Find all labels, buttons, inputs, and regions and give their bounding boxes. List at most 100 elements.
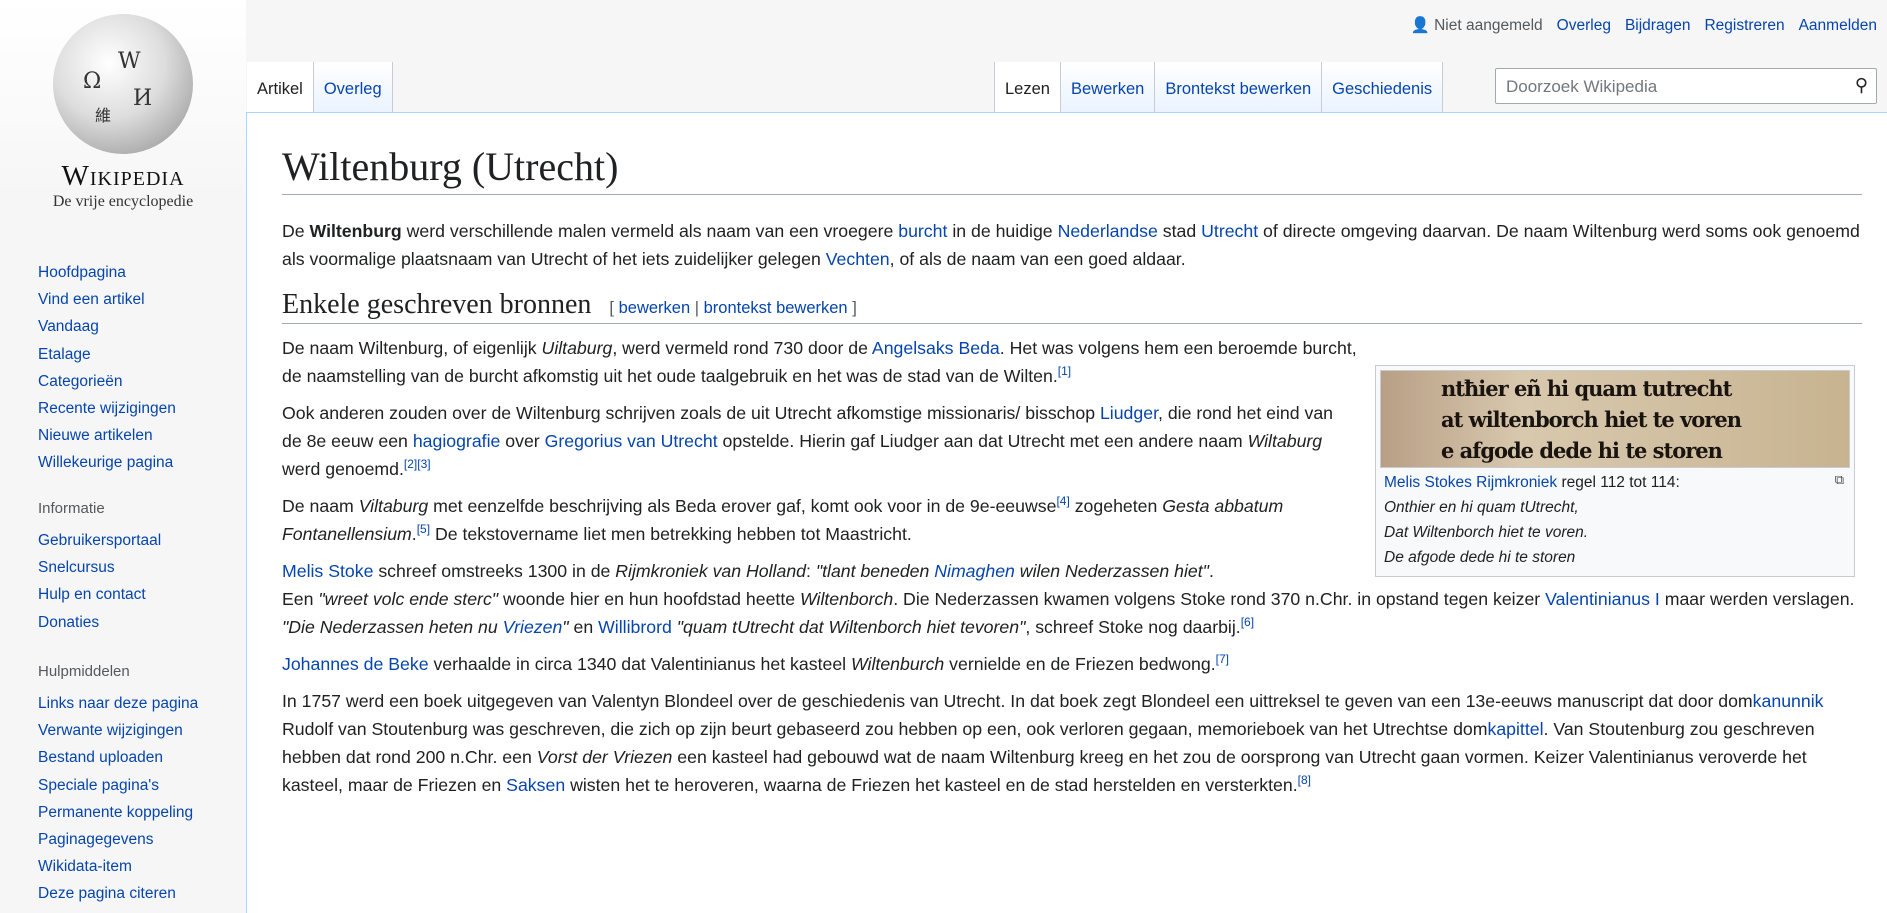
wiki-link[interactable]: Angelsaks Beda — [872, 338, 1000, 358]
sidebar-link[interactable]: Vind een artikel — [38, 291, 145, 308]
sidebar-link[interactable]: Nieuwe artikelen — [38, 427, 153, 444]
sidebar-item: Willekeurige pagina — [38, 449, 176, 476]
edit-section-link[interactable]: bewerken — [619, 299, 691, 317]
edit-source-section-link[interactable]: brontekst bewerken — [704, 299, 848, 317]
search-icon[interactable]: ⚲ — [1855, 75, 1868, 96]
tab-lezen[interactable]: Lezen — [995, 62, 1061, 112]
sidebar-item: Snelcursus — [38, 554, 161, 581]
italic-text: Vorst der Vriezen — [536, 747, 673, 767]
text: , schreef Stoke nog daarbij. — [1025, 617, 1241, 637]
text: Rudolf van Stoutenburg was geschreven, d… — [282, 719, 1488, 739]
paragraph: In 1757 werd een boek uitgegeven van Val… — [282, 687, 1862, 799]
text: woonde hier en hun hoofdstad heette — [498, 589, 800, 609]
wiki-link[interactable]: Valentinianus I — [1545, 589, 1660, 609]
wiki-link[interactable]: Nederlandse — [1058, 221, 1158, 241]
enlarge-icon[interactable]: ⧉ — [1835, 472, 1844, 488]
personal-link-aanmelden[interactable]: Aanmelden — [1799, 17, 1877, 35]
sidebar-link[interactable]: Permanente koppeling — [38, 804, 193, 821]
reference-link[interactable]: [2] — [404, 457, 417, 471]
sidebar-link[interactable]: Categorieën — [38, 373, 122, 390]
text: De naam Wiltenburg, of eigenlijk — [282, 338, 542, 358]
sidebar-item: Nieuwe artikelen — [38, 422, 176, 449]
personal-link-registreren[interactable]: Registreren — [1704, 17, 1784, 35]
caption-link[interactable]: Melis Stokes Rijmkroniek — [1384, 474, 1557, 491]
reference-link[interactable]: [4] — [1056, 494, 1069, 508]
sidebar-link[interactable]: Hoofdpagina — [38, 264, 126, 281]
sidebar-link[interactable]: Wikidata-item — [38, 858, 132, 875]
sidebar-item: Donaties — [38, 609, 161, 636]
text: Ook anderen zouden over de Wiltenburg sc… — [282, 403, 1100, 423]
namespace-tabs: Artikel Overleg — [247, 62, 393, 112]
sidebar-link[interactable]: Bestand uploaden — [38, 749, 163, 766]
sidebar-link[interactable]: Etalage — [38, 346, 91, 363]
tab-brontekst-bewerken[interactable]: Brontekst bewerken — [1155, 62, 1323, 112]
wiki-link[interactable]: Utrecht — [1201, 221, 1258, 241]
tab-geschiedenis[interactable]: Geschiedenis — [1322, 62, 1444, 112]
thumb-caption: Melis Stokes Rijmkroniek regel 112 tot 1… — [1380, 468, 1850, 572]
thumbnail-figure: ntħier eñ hi quam tutrecht at wiltenborc… — [1375, 365, 1855, 577]
sidebar-link[interactable]: Willekeurige pagina — [38, 454, 173, 471]
reference-link[interactable]: [1] — [1058, 364, 1071, 378]
sidebar-link[interactable]: Snelcursus — [38, 559, 115, 576]
italic-text: Rijmkroniek van Holland — [615, 561, 806, 581]
wiki-link[interactable]: Liudger — [1100, 403, 1158, 423]
wiki-link[interactable]: Willibrord — [598, 617, 672, 637]
sidebar-link[interactable]: Hulp en contact — [38, 586, 146, 603]
article-content: Wiltenburg (Utrecht) De Wiltenburg werd … — [246, 112, 1887, 913]
sidebar-link[interactable]: Deze pagina citeren — [38, 885, 176, 902]
sidebar-link[interactable]: Paginagegevens — [38, 831, 154, 848]
paragraph: De naam Wiltenburg, of eigenlijk Uiltabu… — [282, 334, 1357, 390]
tab-artikel[interactable]: Artikel — [247, 62, 314, 112]
wiki-link[interactable]: kapittel — [1487, 719, 1543, 739]
wordmark: Wikipedia — [61, 160, 185, 192]
reference-link[interactable]: [6] — [1241, 615, 1254, 629]
text: , werd vermeld rond 730 door de — [612, 338, 872, 358]
sidebar-item: Categorieën — [38, 368, 176, 395]
manuscript-line: e afgode dede hi te storen — [1441, 438, 1723, 463]
sidebar-item: Vandaag — [38, 313, 176, 340]
puzzle-globe-icon: ΩWИ維 — [53, 14, 193, 154]
wiki-link[interactable]: kanunnik — [1753, 691, 1824, 711]
tools-portal: Hulpmiddelen Links naar deze pagina Verwa… — [38, 663, 198, 908]
reference-link[interactable]: [3] — [417, 457, 430, 471]
sidebar-item: Bestand uploaden — [38, 744, 198, 771]
text: over — [500, 431, 545, 451]
wiki-link[interactable]: Vechten — [826, 249, 890, 269]
sidebar-link[interactable]: Verwante wijzigingen — [38, 722, 183, 739]
sidebar-link[interactable]: Vandaag — [38, 318, 99, 335]
sidebar-link[interactable]: Recente wijzigingen — [38, 400, 176, 417]
wiki-link[interactable]: burcht — [898, 221, 947, 241]
paragraph: Ook anderen zouden over de Wiltenburg sc… — [282, 399, 1357, 483]
section-edit-links: [ bewerken | brontekst bewerken ] — [609, 299, 857, 317]
text: wisten het te heroveren, waarna de Friez… — [565, 775, 1298, 795]
wiki-link[interactable]: Saksen — [506, 775, 565, 795]
wiki-link[interactable]: hagiografie — [413, 431, 501, 451]
wiki-link[interactable]: Gregorius van Utrecht — [545, 431, 718, 451]
tab-overleg[interactable]: Overleg — [313, 62, 393, 112]
sidebar-link[interactable]: Speciale pagina's — [38, 777, 159, 794]
search-input[interactable]: Doorzoek Wikipedia ⚲ — [1495, 68, 1877, 104]
portal-heading: Hulpmiddelen — [38, 663, 130, 680]
personal-link-overleg[interactable]: Overleg — [1557, 17, 1611, 35]
anon-label: Niet aangemeld — [1434, 17, 1543, 34]
wiki-link[interactable]: Vriezen — [503, 617, 563, 637]
sidebar-link[interactable]: Gebruikersportaal — [38, 532, 161, 549]
wiki-link[interactable]: Nimaghen — [934, 561, 1015, 581]
text: zogeheten — [1069, 496, 1163, 516]
text: , of als de naam van een goed aldaar. — [889, 249, 1186, 269]
personal-link-bijdragen[interactable]: Bijdragen — [1625, 17, 1691, 35]
page-title: Wiltenburg (Utrecht) — [282, 143, 1862, 195]
tab-bewerken[interactable]: Bewerken — [1060, 62, 1156, 112]
wikipedia-logo[interactable]: ΩWИ維 Wikipedia De vrije encyclopedie — [38, 14, 208, 224]
sidebar-link[interactable]: Links naar deze pagina — [38, 695, 198, 712]
sidebar-link[interactable]: Donaties — [38, 614, 99, 631]
wiki-link[interactable]: Johannes de Beke — [282, 654, 429, 674]
reference-link[interactable]: [8] — [1298, 773, 1311, 787]
sidebar-item: Paginagegevens — [38, 826, 198, 853]
manuscript-image[interactable]: ntħier eñ hi quam tutrecht at wiltenborc… — [1380, 370, 1850, 468]
text: In 1757 werd een boek uitgegeven van Val… — [282, 691, 1753, 711]
reference-link[interactable]: [7] — [1216, 652, 1229, 666]
wiki-link[interactable]: Melis Stoke — [282, 561, 373, 581]
nav-portal: Hoofdpagina Vind een artikel Vandaag Etalag… — [38, 259, 176, 477]
reference-link[interactable]: [5] — [417, 522, 430, 536]
